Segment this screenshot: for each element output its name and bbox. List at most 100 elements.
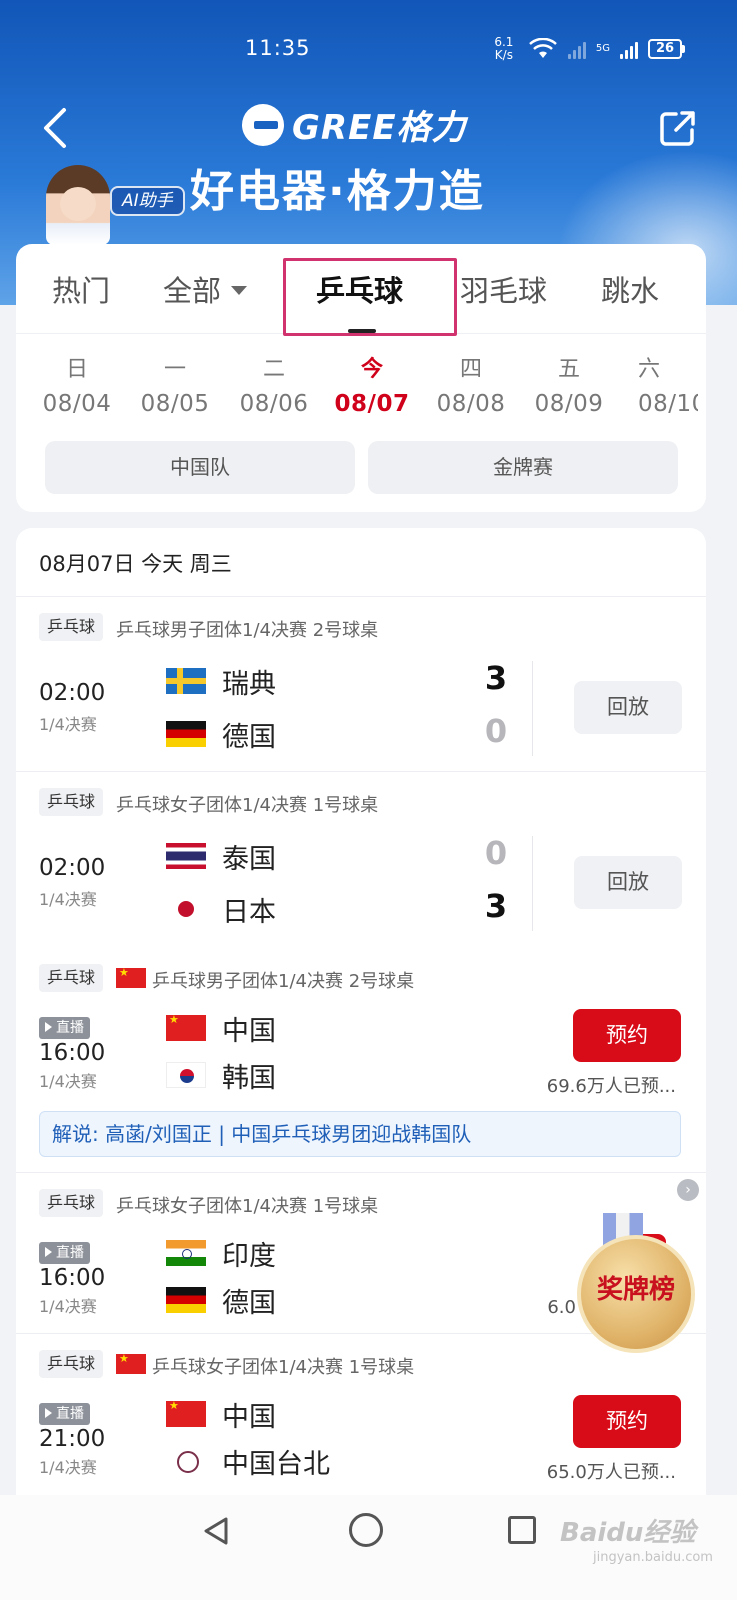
medal-table-label: 奖牌榜 — [596, 1275, 675, 1305]
match-round: 1/4决赛 — [39, 1072, 97, 1091]
signal-label: 5G — [595, 43, 610, 54]
divider — [532, 661, 533, 756]
sport-tag: 乒乓球 — [39, 788, 104, 816]
team-row: 德国 — [166, 714, 276, 754]
gree-logo: GREE格力 — [242, 100, 467, 149]
team-row: 日本 — [166, 889, 276, 929]
play-icon — [45, 1022, 52, 1032]
match-round: 1/4决赛 — [39, 890, 97, 909]
sport-tag: 乒乓球 — [39, 1350, 104, 1378]
match-item[interactable]: 乒乓球 乒乓球男子团体1/4决赛 2号球桌 02:00 1/4决赛 瑞典 德国 … — [16, 597, 706, 771]
tab-badminton[interactable]: 羽毛球 — [460, 268, 547, 310]
wifi-icon — [528, 37, 558, 60]
net-speed: 6.1 K/s — [490, 36, 518, 62]
match-title: 乒乓球男子团体1/4决赛 2号球桌 — [116, 620, 379, 641]
match-round: 1/4决赛 — [39, 1297, 97, 1316]
team-row: 印度 — [166, 1233, 276, 1273]
share-button[interactable] — [658, 108, 698, 148]
match-title: 乒乓球女子团体1/4决赛 1号球桌 — [116, 1196, 379, 1217]
replay-button[interactable]: 回放 — [574, 856, 682, 909]
status-icons: 6.1 K/s 5G 26 — [490, 36, 685, 62]
match-time: 16:00 — [39, 1265, 106, 1291]
match-time: 16:00 — [39, 1040, 106, 1066]
ai-assistant-badge[interactable]: AI助手 — [110, 186, 185, 216]
match-title: 乒乓球女子团体1/4决赛 1号球桌 — [116, 795, 379, 816]
reserve-count: 69.6万人已预... — [546, 1076, 676, 1097]
tab-all[interactable]: 全部 — [163, 268, 248, 310]
divider — [532, 836, 533, 931]
match-round: 1/4决赛 — [39, 715, 97, 734]
team-name: 中国台北 — [222, 1448, 330, 1480]
watermark: Baidu经验 — [560, 1518, 696, 1548]
team-name: 中国 — [222, 1401, 276, 1433]
team-name: 日本 — [222, 896, 276, 928]
gree-logo-text: GREE格力 — [292, 108, 467, 148]
day-0808[interactable]: 四 08/08 — [431, 356, 511, 424]
chinese-taipei-flag-icon — [166, 1448, 206, 1474]
net-speed-unit: K/s — [494, 48, 513, 62]
tab-diving[interactable]: 跳水 — [601, 268, 659, 310]
day-0804[interactable]: 日 08/04 — [37, 356, 117, 424]
sport-tag: 乒乓球 — [39, 964, 104, 992]
reserve-count: 6.0 — [547, 1297, 576, 1318]
match-time: 02:00 — [39, 680, 106, 706]
team-score: 0 — [484, 834, 508, 872]
match-round: 1/4决赛 — [39, 1458, 97, 1477]
ai-assistant-avatar[interactable] — [46, 165, 110, 245]
match-item[interactable]: 乒乓球 乒乓球男子团体1/4决赛 2号球桌 直播 16:00 1/4决赛 中国 … — [16, 948, 706, 1172]
day-0809[interactable]: 五 08/09 — [529, 356, 609, 424]
commentary-banner[interactable]: 解说: 高菡/刘国正 | 中国乒乓球男团迎战韩国队 — [39, 1111, 681, 1157]
team-name: 印度 — [222, 1240, 276, 1272]
match-item[interactable]: 乒乓球 乒乓球女子团体1/4决赛 1号球桌 02:00 1/4决赛 泰国 日本 … — [16, 772, 706, 948]
india-flag-icon — [166, 1240, 206, 1266]
play-icon — [45, 1408, 52, 1418]
medal-table-badge[interactable]: 奖牌榜 — [575, 1213, 697, 1353]
match-time: 21:00 — [39, 1426, 106, 1452]
nav-back-icon[interactable] — [200, 1515, 232, 1547]
close-icon[interactable]: › — [677, 1179, 699, 1201]
watermark-url: jingyan.baidu.com — [593, 1550, 713, 1565]
match-item[interactable]: 乒乓球 乒乓球女子团体1/4决赛 1号球桌 直播 21:00 1/4决赛 中国 … — [16, 1334, 706, 1514]
day-0805[interactable]: 一 08/05 — [135, 356, 215, 424]
team-row: 韩国 — [166, 1055, 276, 1095]
chip-china-team[interactable]: 中国队 — [45, 441, 355, 494]
schedule-date-header: 08月07日 今天 周三 — [39, 552, 232, 576]
battery-level: 26 — [648, 39, 682, 59]
sport-tag: 乒乓球 — [39, 613, 104, 641]
annotation-highlight-box — [283, 258, 457, 336]
slogan: 好电器·格力造 — [190, 166, 485, 217]
day-0807-today[interactable]: 今 08/07 — [332, 356, 412, 424]
nav-recent-icon[interactable] — [508, 1516, 536, 1544]
sweden-flag-icon — [166, 668, 206, 694]
replay-button[interactable]: 回放 — [574, 681, 682, 734]
tab-all-label: 全部 — [163, 274, 222, 308]
chip-gold-medal[interactable]: 金牌赛 — [368, 441, 678, 494]
reserve-button[interactable]: 预约 — [573, 1009, 681, 1062]
nav-home-icon[interactable] — [349, 1513, 383, 1547]
team-row: 德国 — [166, 1280, 276, 1320]
live-badge: 直播 — [39, 1403, 90, 1425]
match-title: 乒乓球女子团体1/4决赛 1号球桌 — [152, 1357, 415, 1378]
team-row: 泰国 — [166, 836, 276, 876]
signal-icon-sim1 — [567, 39, 586, 59]
team-row: 中国 — [166, 1008, 276, 1048]
day-0806[interactable]: 二 08/06 — [234, 356, 314, 424]
korea-flag-icon — [166, 1062, 206, 1088]
gree-logo-mark — [242, 103, 284, 146]
china-flag-icon — [116, 966, 146, 988]
play-icon — [45, 1247, 52, 1257]
team-name: 泰国 — [222, 843, 276, 875]
team-row: 中国 — [166, 1394, 276, 1434]
day-0810[interactable]: 六08/10 — [628, 356, 698, 424]
tab-hot[interactable]: 热门 — [52, 268, 110, 310]
reserve-button[interactable]: 预约 — [573, 1395, 681, 1448]
schedule-card: 08月07日 今天 周三 乒乓球 乒乓球男子团体1/4决赛 2号球桌 02:00… — [16, 528, 706, 1518]
germany-flag-icon — [166, 721, 206, 747]
live-badge: 直播 — [39, 1242, 90, 1264]
team-score: 0 — [484, 712, 508, 750]
china-flag-icon — [166, 1401, 206, 1427]
team-name: 德国 — [222, 721, 276, 753]
status-time: 11:35 — [245, 36, 311, 60]
caret-down-icon — [231, 285, 248, 295]
back-button[interactable] — [40, 106, 70, 150]
